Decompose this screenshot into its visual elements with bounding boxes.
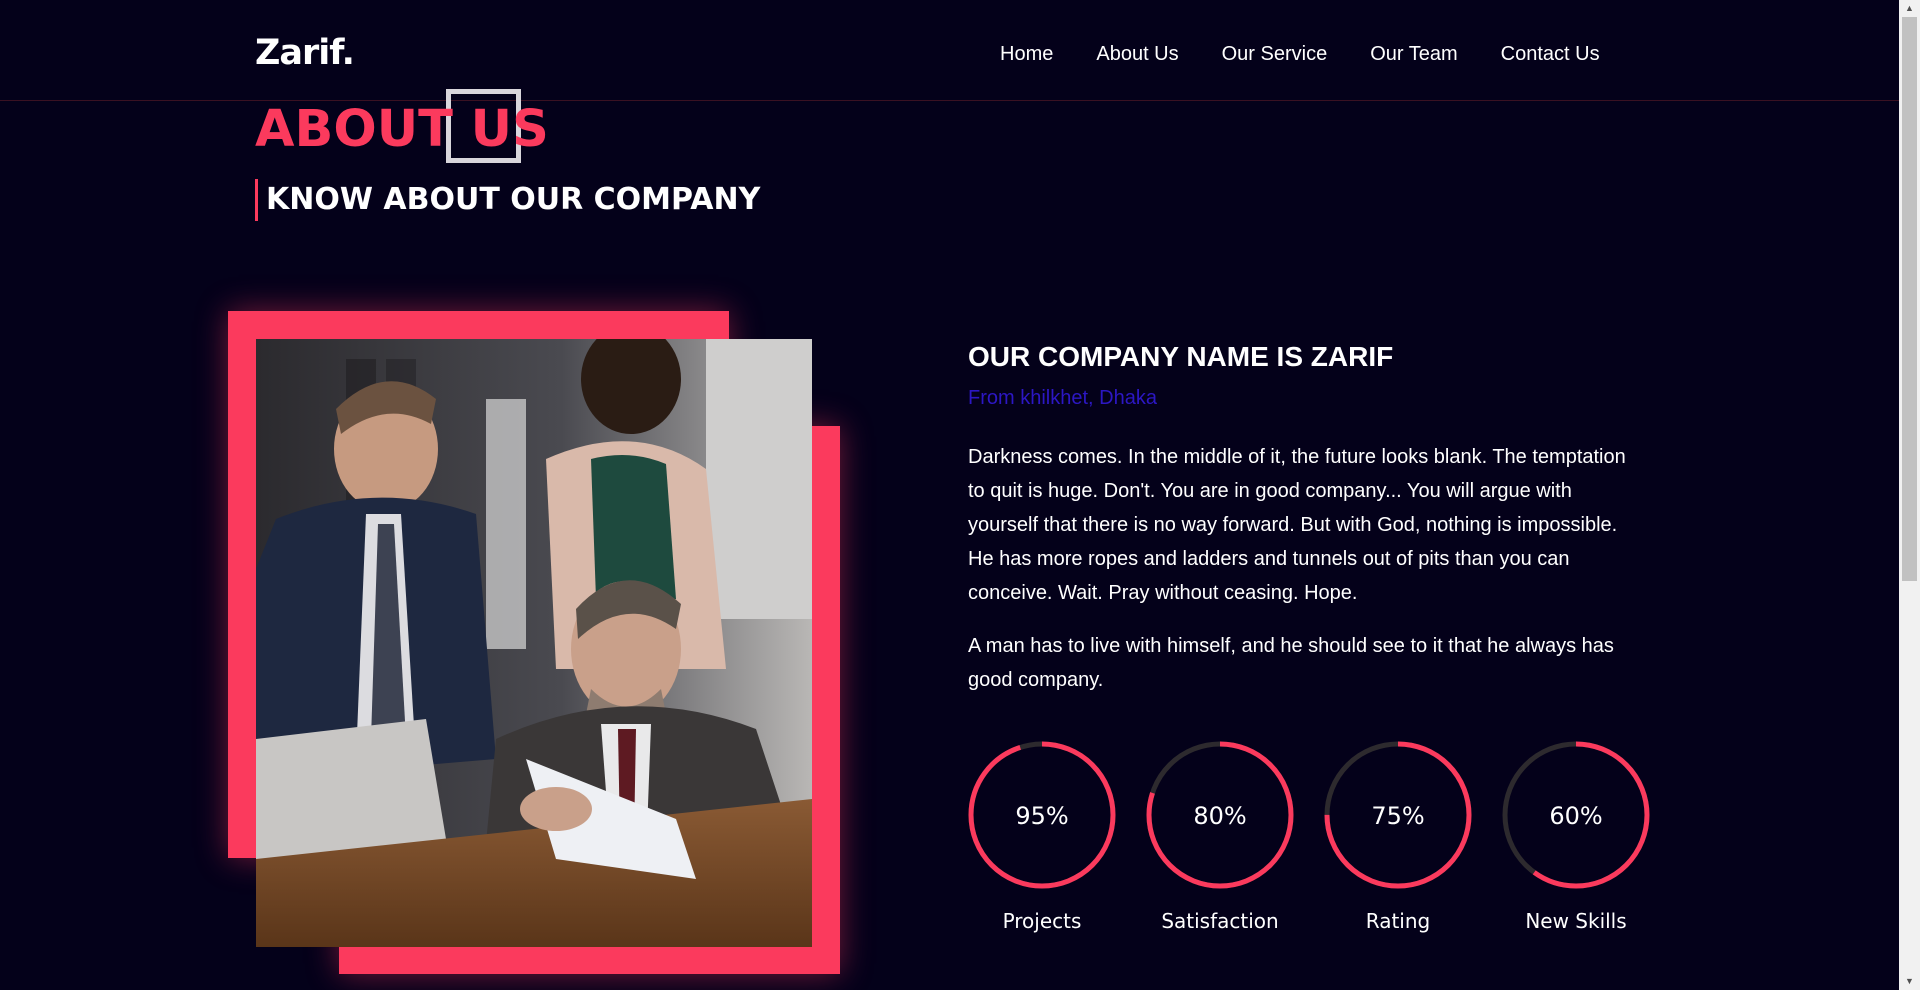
- progress-ring-satisfaction: 80%: [1146, 741, 1294, 889]
- scroll-down-arrow-icon[interactable]: ▼: [1899, 973, 1920, 990]
- stat-new-skills: 60% New Skills: [1502, 741, 1650, 933]
- scroll-thumb[interactable]: [1902, 17, 1917, 581]
- photo-illustration: [256, 339, 812, 947]
- stat-satisfaction: 80% Satisfaction: [1146, 741, 1294, 933]
- progress-ring-projects: 95%: [968, 741, 1116, 889]
- stat-rating: 75% Rating: [1324, 741, 1472, 933]
- nav-contact-us[interactable]: Contact Us: [1501, 43, 1600, 66]
- progress-ring-new-skills: 60%: [1502, 741, 1650, 889]
- nav-our-team[interactable]: Our Team: [1370, 43, 1457, 66]
- stat-value: 80%: [1193, 802, 1246, 830]
- stat-value: 95%: [1015, 802, 1068, 830]
- nav-about-us[interactable]: About Us: [1096, 43, 1178, 66]
- stat-value: 75%: [1371, 802, 1424, 830]
- nav-our-service[interactable]: Our Service: [1222, 43, 1328, 66]
- logo[interactable]: Zarif.: [255, 33, 355, 73]
- stats-row: 95% Projects 80% Satisfaction 75% Rating…: [968, 741, 1680, 933]
- section-subtitle: KNOW ABOUT OUR COMPANY: [255, 179, 760, 221]
- stat-label: New Skills: [1525, 909, 1627, 933]
- vertical-scrollbar[interactable]: ▲ ▼: [1899, 0, 1920, 990]
- progress-ring-rating: 75%: [1324, 741, 1472, 889]
- scroll-up-arrow-icon[interactable]: ▲: [1899, 0, 1920, 17]
- stat-label: Rating: [1365, 909, 1431, 933]
- stat-value: 60%: [1549, 802, 1602, 830]
- company-heading: OUR COMPANY NAME IS ZARIF: [968, 341, 1394, 372]
- team-meeting-photo: [256, 339, 812, 947]
- section-title: ABOUT US: [255, 100, 549, 159]
- stat-label: Projects: [1002, 909, 1082, 933]
- stat-label: Satisfaction: [1161, 909, 1279, 933]
- main-nav: Home About Us Our Service Our Team Conta…: [1000, 43, 1643, 66]
- about-paragraph-1: Darkness comes. In the middle of it, the…: [968, 446, 1626, 604]
- stat-projects: 95% Projects: [968, 741, 1116, 933]
- site-header: Zarif. Home About Us Our Service Our Tea…: [0, 0, 1899, 101]
- nav-home[interactable]: Home: [1000, 43, 1053, 66]
- about-paragraph-2: A man has to live with himself, and he s…: [968, 635, 1614, 691]
- company-location: From khilkhet, Dhaka: [968, 387, 1157, 409]
